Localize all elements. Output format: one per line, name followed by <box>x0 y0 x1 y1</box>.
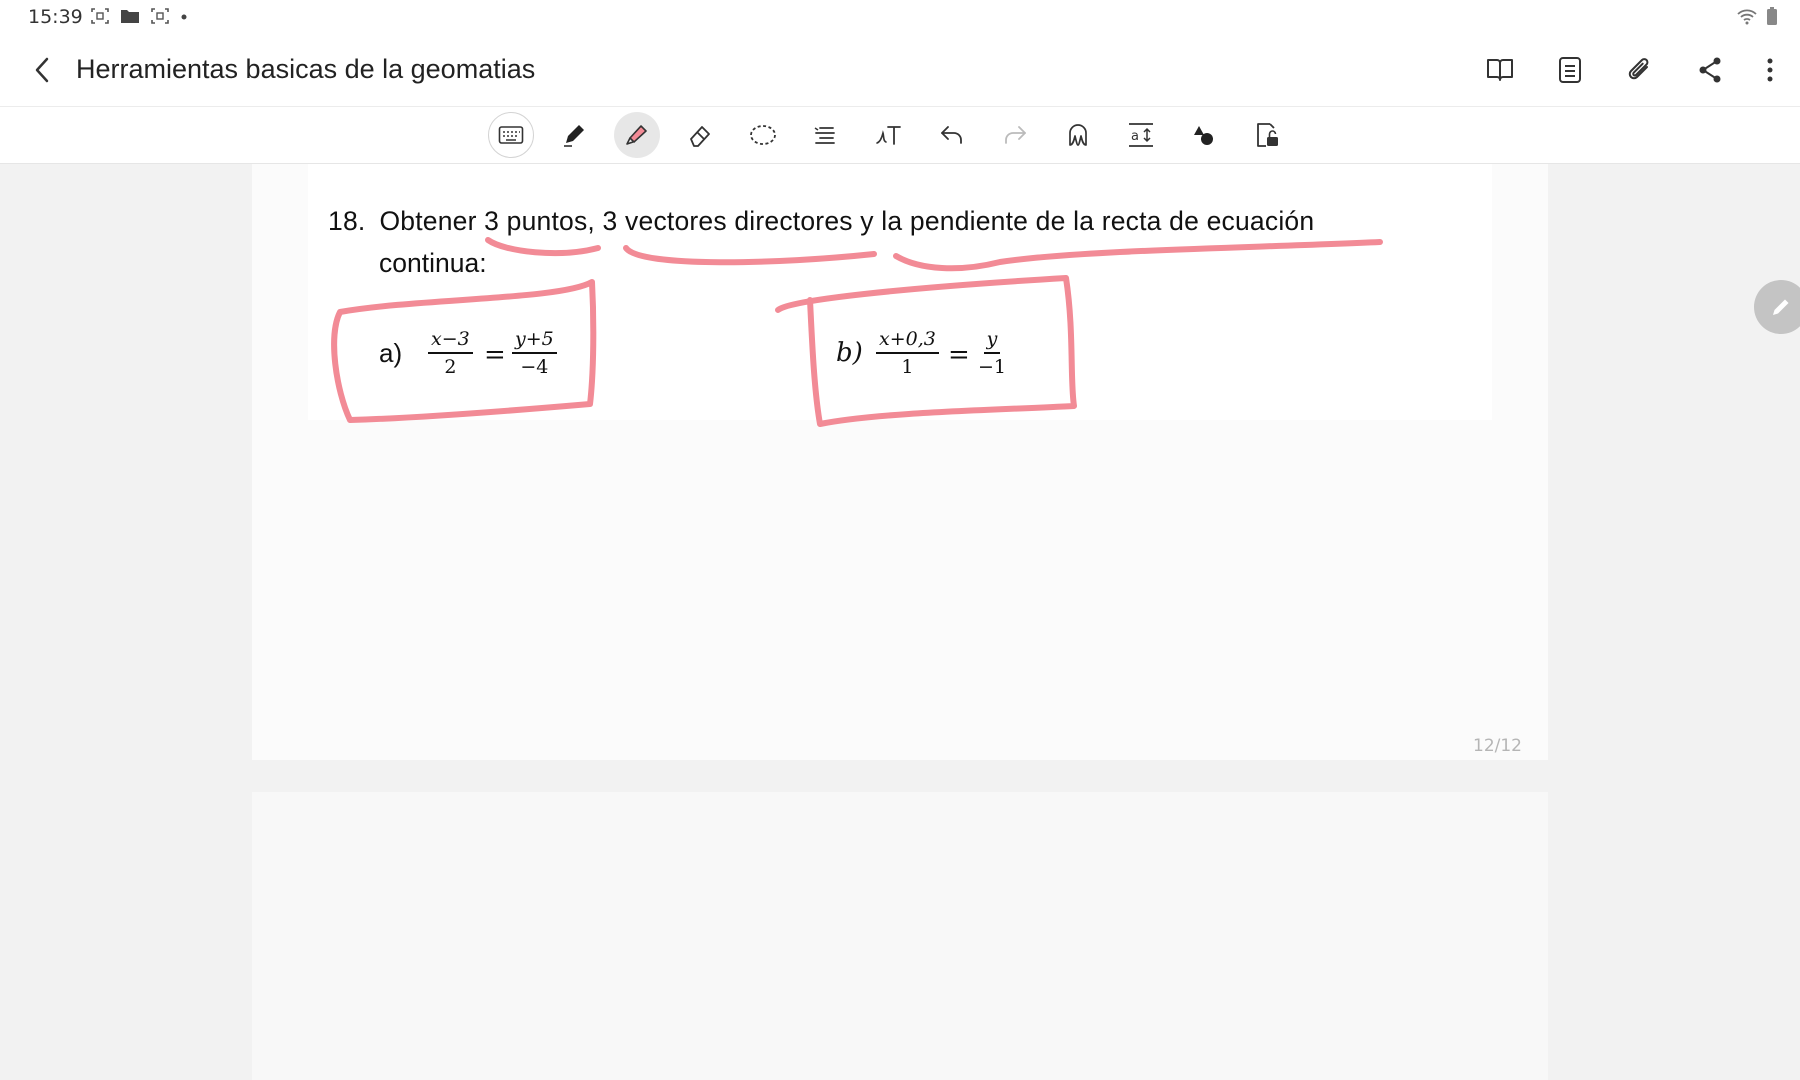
folder-icon <box>121 10 139 23</box>
fraction-denominator: −4 <box>520 356 549 378</box>
undo-icon <box>941 126 962 144</box>
fraction-denominator: 2 <box>444 356 457 378</box>
shape-draw-icon <box>1069 124 1087 146</box>
item-b-label: b) <box>836 338 863 368</box>
handwriting-to-text-button[interactable] <box>866 112 912 158</box>
fraction-numerator: y+5 <box>512 328 557 354</box>
keyboard-button[interactable] <box>488 112 534 158</box>
wifi-icon <box>1737 9 1757 25</box>
share-button[interactable] <box>1690 50 1730 90</box>
problem-number: 18. <box>328 206 366 236</box>
svg-text:a: a <box>1131 129 1139 144</box>
text-size-icon: a <box>1129 123 1153 147</box>
undo-button[interactable] <box>929 112 975 158</box>
lasso-tool-button[interactable] <box>740 112 786 158</box>
attach-button[interactable] <box>1620 50 1660 90</box>
app-header: Herramientas basicas de la geomatias <box>0 34 1800 106</box>
lasso-select-icon <box>750 125 776 145</box>
page-list-icon <box>1559 57 1581 83</box>
fraction-numerator: x+0,3 <box>876 328 939 354</box>
pen-icon <box>564 125 584 147</box>
fraction-b-left: x+0,3 1 <box>876 328 939 378</box>
paperclip-icon <box>1628 58 1649 80</box>
share-icon <box>1699 57 1721 83</box>
pdf-snippet <box>308 164 1492 420</box>
battery-icon <box>1767 7 1777 25</box>
screenshot-icon <box>151 8 169 24</box>
item-a-label: a) <box>379 338 403 368</box>
page-lock-icon <box>1257 123 1278 147</box>
problem-statement-line1: 18. Obtener 3 puntos, 3 vectores director… <box>328 206 1314 237</box>
fraction-denominator: −1 <box>978 356 1007 378</box>
eraser-tool-button[interactable] <box>677 112 723 158</box>
text-size-button[interactable]: a <box>1118 112 1164 158</box>
page-list-button[interactable] <box>1550 50 1590 90</box>
shapes-button[interactable] <box>1181 112 1227 158</box>
reading-mode-button[interactable] <box>1480 50 1520 90</box>
equals-sign: = <box>484 340 506 370</box>
align-text-icon <box>814 127 835 144</box>
highlighter-tool-button[interactable] <box>614 112 660 158</box>
header-actions <box>1480 50 1780 90</box>
document-title: Herramientas basicas de la geomatias <box>76 54 536 84</box>
equals-sign: = <box>948 340 970 370</box>
status-bar: 15:39 <box>0 0 1800 34</box>
dot-icon <box>181 14 187 20</box>
more-vertical-icon <box>1767 58 1773 82</box>
book-icon <box>1487 59 1513 81</box>
fraction-numerator: x−3 <box>428 328 473 354</box>
floating-pen-button[interactable] <box>1754 280 1800 334</box>
fraction-numerator: y <box>983 328 1001 354</box>
problem-text: Obtener 3 puntos, 3 vectores directores … <box>379 206 1315 236</box>
text-align-tool-button[interactable] <box>803 112 849 158</box>
drawing-toolbar: a <box>0 106 1800 164</box>
page-indicator: 12/12 <box>1473 736 1522 756</box>
eraser-icon <box>690 126 710 147</box>
chevron-left-icon <box>35 57 49 83</box>
status-notification-icons <box>90 7 188 25</box>
keyboard-icon <box>498 126 524 144</box>
fraction-a-left: x−3 2 <box>428 328 473 378</box>
lock-page-button[interactable] <box>1244 112 1290 158</box>
status-time: 15:39 <box>28 6 83 28</box>
shapes-icon <box>1194 126 1213 145</box>
fraction-b-right: y −1 <box>978 328 1006 378</box>
problem-statement-line2: continua: <box>379 248 487 278</box>
more-options-button[interactable] <box>1760 50 1780 90</box>
redo-icon <box>1005 126 1026 144</box>
pen-tool-button[interactable] <box>551 112 597 158</box>
status-system-icons <box>1736 6 1778 26</box>
fraction-denominator: 1 <box>901 356 914 378</box>
screenshot-icon <box>91 8 109 24</box>
back-button[interactable] <box>26 54 58 86</box>
next-note-page[interactable] <box>252 792 1548 1080</box>
fraction-a-right: y+5 −4 <box>512 328 557 378</box>
redo-button[interactable] <box>992 112 1038 158</box>
shape-recognition-button[interactable] <box>1055 112 1101 158</box>
handwriting-text-icon <box>876 126 901 145</box>
highlighter-icon <box>626 125 647 145</box>
pencil-icon <box>1773 299 1789 315</box>
